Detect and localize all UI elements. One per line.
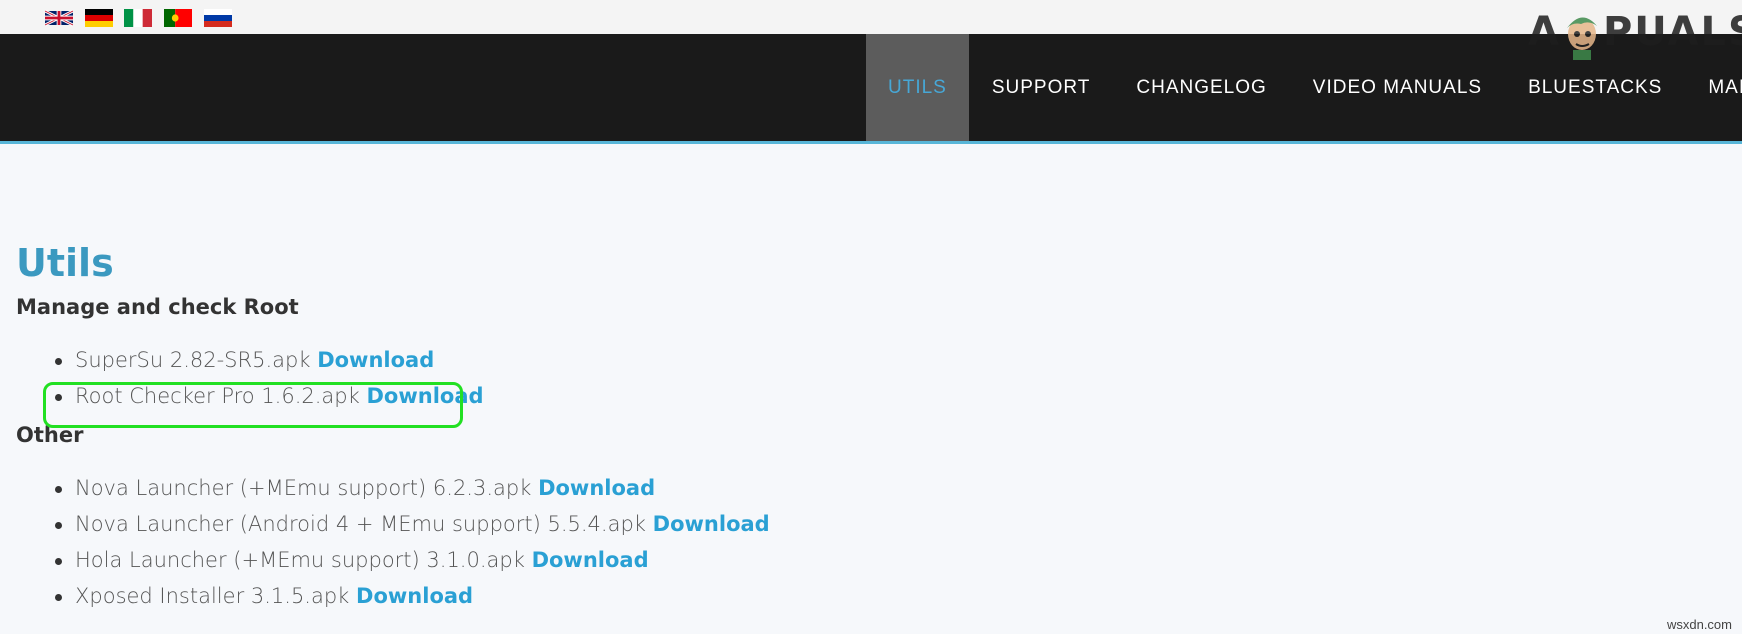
file-name: Nova Launcher (+MEmu support) 6.2.3.apk bbox=[75, 476, 532, 500]
section-heading-root: Manage and check Root bbox=[16, 295, 299, 319]
file-name: Xposed Installer 3.1.5.apk bbox=[75, 584, 350, 608]
download-link[interactable]: Download bbox=[538, 476, 655, 500]
download-link[interactable]: Download bbox=[532, 548, 649, 572]
list-item: SuperSu 2.82-SR5.apk Download bbox=[16, 342, 1716, 378]
site-credit: wsxdn.com bbox=[1666, 617, 1732, 632]
file-name: SuperSu 2.82-SR5.apk bbox=[75, 348, 311, 372]
download-link[interactable]: Download bbox=[356, 584, 473, 608]
file-name: Hola Launcher (+MEmu support) 3.1.0.apk bbox=[75, 548, 525, 572]
download-link[interactable]: Download bbox=[653, 512, 770, 536]
appuals-watermark: A PUALS bbox=[1528, 2, 1742, 62]
nav-item-utils[interactable]: UTILS bbox=[866, 34, 969, 141]
list-item: Xposed Installer 3.1.5.apk Download bbox=[16, 578, 1716, 614]
main-navbar: UTILS SUPPORT CHANGELOG VIDEO MANUALS BL… bbox=[0, 34, 1742, 144]
file-name: Nova Launcher (Android 4 + MEmu support)… bbox=[75, 512, 646, 536]
watermark-text-left: A bbox=[1528, 9, 1561, 55]
page-title: Utils bbox=[16, 241, 114, 285]
highlight-box bbox=[43, 382, 463, 428]
main-content: Utils Manage and check Root SuperSu 2.82… bbox=[16, 240, 1716, 618]
nav-item-support[interactable]: SUPPORT bbox=[969, 34, 1114, 141]
nav-item-video-manuals[interactable]: VIDEO MANUALS bbox=[1290, 34, 1505, 141]
list-item: Nova Launcher (+MEmu support) 6.2.3.apk … bbox=[16, 470, 1716, 506]
mascot-icon bbox=[1566, 17, 1597, 60]
italy-flag-icon[interactable] bbox=[124, 9, 152, 27]
list-item: Hola Launcher (+MEmu support) 3.1.0.apk … bbox=[16, 542, 1716, 578]
list-item: Nova Launcher (Android 4 + MEmu support)… bbox=[16, 506, 1716, 542]
germany-flag-icon[interactable] bbox=[85, 9, 113, 27]
uk-flag-icon[interactable] bbox=[45, 9, 73, 27]
download-link[interactable]: Download bbox=[317, 348, 434, 372]
portugal-flag-icon[interactable] bbox=[164, 9, 192, 27]
russia-flag-icon[interactable] bbox=[204, 9, 232, 27]
other-file-list: Nova Launcher (+MEmu support) 6.2.3.apk … bbox=[16, 470, 1716, 614]
language-bar bbox=[0, 0, 1742, 34]
watermark-text-right: PUALS bbox=[1602, 9, 1742, 55]
nav-item-changelog[interactable]: CHANGELOG bbox=[1113, 34, 1289, 141]
